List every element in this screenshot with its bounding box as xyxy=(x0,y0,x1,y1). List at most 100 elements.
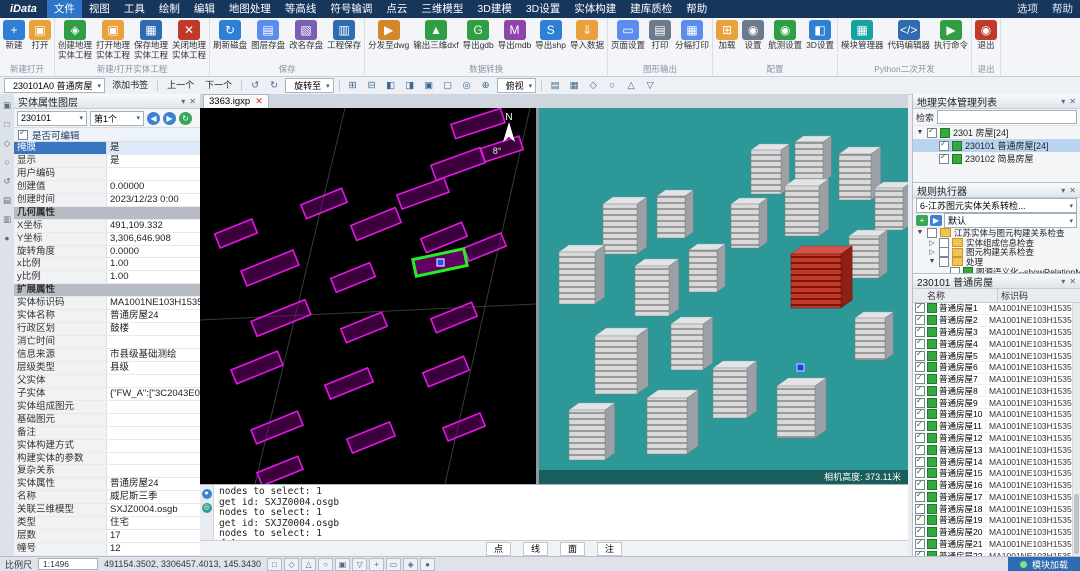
property-row[interactable]: 实体属性 普通房屋24 xyxy=(14,478,200,491)
snap-toggle-icon[interactable]: □ xyxy=(267,558,282,571)
table-row[interactable]: 普通房屋2 MA1001NE103H15351... xyxy=(913,315,1080,327)
menu-item[interactable]: 3D设置 xyxy=(519,0,567,18)
property-row[interactable]: 父实体 xyxy=(14,375,200,388)
ribbon-button[interactable]: S 导出shp xyxy=(533,19,568,52)
property-row[interactable]: 关联三维模型 SXJZ0004.osgb xyxy=(14,504,200,517)
close-icon[interactable]: ✕ xyxy=(1069,186,1076,195)
snap-toggle-icon[interactable]: ▭ xyxy=(386,558,401,571)
table-row[interactable]: 普通房屋7 MA1001NE103H15351... xyxy=(913,374,1080,386)
row-checkbox[interactable] xyxy=(915,327,925,337)
toolbar-item[interactable]: ▣ ▾ xyxy=(421,79,437,92)
scene-3d-viewport[interactable]: 相机高度: 373.11米 xyxy=(539,108,908,484)
target-toggle-icon[interactable]: ◎ xyxy=(202,503,212,513)
table-row[interactable]: 普通房屋8 MA1001NE103H15351... xyxy=(913,385,1080,397)
toolbar-item[interactable]: ▾ xyxy=(157,80,158,91)
toolbar-item[interactable]: ▾ xyxy=(339,80,340,91)
entity-tree-item[interactable]: 230101 普通房屋[24] xyxy=(913,139,1080,152)
property-row[interactable]: 几何属性 xyxy=(14,207,200,220)
ribbon-button[interactable]: ◈ 创建地理 实体工程 xyxy=(56,19,94,61)
property-row[interactable]: 实体组成图元 xyxy=(14,401,200,414)
toolbar-item[interactable]: ▾ xyxy=(241,80,242,91)
record-index-select[interactable]: 第1个▾ xyxy=(90,111,144,126)
snap-toggle-icon[interactable]: + xyxy=(369,558,384,571)
property-row[interactable]: 层级类型 县级 xyxy=(14,362,200,375)
row-checkbox[interactable] xyxy=(915,515,925,525)
next-record-button[interactable]: ▶ xyxy=(163,112,176,125)
tool-icon[interactable]: ▤ xyxy=(1,194,13,206)
layer-code-select[interactable]: 230101▾ xyxy=(17,111,87,126)
table-row[interactable]: 普通房屋21 MA1001NE103H15351... xyxy=(913,539,1080,551)
table-row[interactable]: 普通房屋16 MA1001NE103H15351... xyxy=(913,480,1080,492)
column-name[interactable]: 名称 xyxy=(913,289,998,302)
row-checkbox[interactable] xyxy=(915,409,925,419)
ribbon-button[interactable]: ▥ 工程保存 xyxy=(325,19,363,52)
toolbar-item[interactable]: 下一个 ▾ xyxy=(201,79,236,92)
table-row[interactable]: 普通房屋10 MA1001NE103H15351... xyxy=(913,409,1080,421)
expand-icon[interactable]: ▼ xyxy=(916,229,924,236)
ribbon-button[interactable]: ◉ 设置 xyxy=(740,19,766,52)
menu-item[interactable]: 等高线 xyxy=(278,0,324,18)
ribbon-button[interactable]: ▣ 打开 xyxy=(27,19,53,52)
toolbar-item[interactable]: ▤ ▾ xyxy=(547,79,563,92)
close-icon[interactable]: ✕ xyxy=(1069,277,1076,286)
ribbon-button[interactable]: ▭ 页面设置 xyxy=(609,19,647,52)
entity-tree-item[interactable]: ▼ 2301 房屋[24] xyxy=(913,126,1080,139)
toolbar-item[interactable]: 俯视 ▾ xyxy=(497,78,537,93)
snap-toggle-icon[interactable]: ▣ xyxy=(335,558,350,571)
tree-checkbox[interactable] xyxy=(927,128,937,138)
table-row[interactable]: 普通房屋15 MA1001NE103H15351... xyxy=(913,468,1080,480)
rule-checkbox[interactable] xyxy=(927,228,937,238)
tree-checkbox[interactable] xyxy=(939,154,949,164)
property-row[interactable]: 实体名称 普通房屋24 xyxy=(14,310,200,323)
menu-item[interactable]: 点云 xyxy=(379,0,414,18)
expand-icon[interactable]: ▼ xyxy=(928,258,936,265)
toolbar-item[interactable]: 旋转至 ▾ xyxy=(285,78,334,93)
scrollbar[interactable] xyxy=(1072,303,1080,556)
toolbar-item[interactable]: 230101A0 普通房屋 ▾ xyxy=(4,78,105,93)
property-row[interactable]: Y坐标 3,306,646.908 xyxy=(14,233,200,246)
document-tab[interactable]: 3363.igxp ✕ xyxy=(203,94,269,108)
row-checkbox[interactable] xyxy=(915,492,925,502)
row-checkbox[interactable] xyxy=(915,433,925,443)
toolbar-item[interactable]: ○ ▾ xyxy=(604,79,620,92)
menu-item[interactable]: 文件 xyxy=(47,0,82,18)
run-rule-button[interactable]: ▶ xyxy=(930,215,942,226)
ribbon-button[interactable]: ↻ 刷新磁盘 xyxy=(211,19,249,52)
tool-icon[interactable]: □ xyxy=(1,118,13,130)
toolbar-item[interactable]: ⊕ ▾ xyxy=(478,79,494,92)
expand-icon[interactable]: ▷ xyxy=(928,248,936,256)
ribbon-button[interactable]: </> 代码编辑器 xyxy=(885,19,932,52)
property-row[interactable]: 名称 威尼斯三季 xyxy=(14,491,200,504)
chevron-down-icon[interactable]: ▾ xyxy=(1061,97,1065,106)
rule-checkbox[interactable] xyxy=(939,238,949,248)
ribbon-button[interactable]: ▧ 改名存盘 xyxy=(287,19,325,52)
property-row[interactable]: 显示 是 xyxy=(14,155,200,168)
ribbon-button[interactable]: G 导出gdb xyxy=(461,19,496,52)
row-checkbox[interactable] xyxy=(915,339,925,349)
toolbar-item[interactable]: 添加书签 ▾ xyxy=(108,79,152,92)
row-checkbox[interactable] xyxy=(915,398,925,408)
command-log[interactable]: nodes to select: 1get id: SXJZ0004.osgbn… xyxy=(214,485,908,540)
scene-3d-canvas[interactable]: 相机高度: 373.11米 xyxy=(539,108,908,484)
ribbon-button[interactable]: ▲ 输出三维dxf xyxy=(411,19,460,52)
property-row[interactable]: 实体标识码 MA1001NE103H15351422... xyxy=(14,297,200,310)
ribbon-button[interactable]: + 新建 xyxy=(1,19,27,52)
search-input[interactable] xyxy=(937,110,1077,124)
expand-icon[interactable]: ▷ xyxy=(928,239,936,247)
rule-tree-item[interactable]: ▼ 处理 xyxy=(913,257,1080,267)
tool-icon[interactable]: ▥ xyxy=(1,213,13,225)
ribbon-button[interactable]: ⊞ 加载 xyxy=(714,19,740,52)
rule-set-select[interactable]: 6-江苏图元实体关系转检...▾ xyxy=(916,198,1077,213)
row-checkbox[interactable] xyxy=(915,480,925,490)
property-row[interactable]: 类型 住宅 xyxy=(14,517,200,530)
property-row[interactable]: 掩膜 是 xyxy=(14,142,200,155)
menu-item[interactable]: 实体构建 xyxy=(567,0,623,18)
menu-item-right[interactable]: 帮助 xyxy=(1045,0,1080,18)
property-row[interactable]: X坐标 491,109.332 xyxy=(14,220,200,233)
property-row[interactable]: 扩展属性 xyxy=(14,284,200,297)
table-row[interactable]: 普通房屋13 MA1001NE103H15351... xyxy=(913,444,1080,456)
toolbar-item[interactable]: ↺ ▾ xyxy=(247,79,263,92)
rule-tree-item[interactable]: 图源语义化--showRelationMap xyxy=(913,267,1080,274)
property-row[interactable]: 构建实体的参数 xyxy=(14,453,200,466)
property-row[interactable]: 创建值 0.00000 xyxy=(14,181,200,194)
